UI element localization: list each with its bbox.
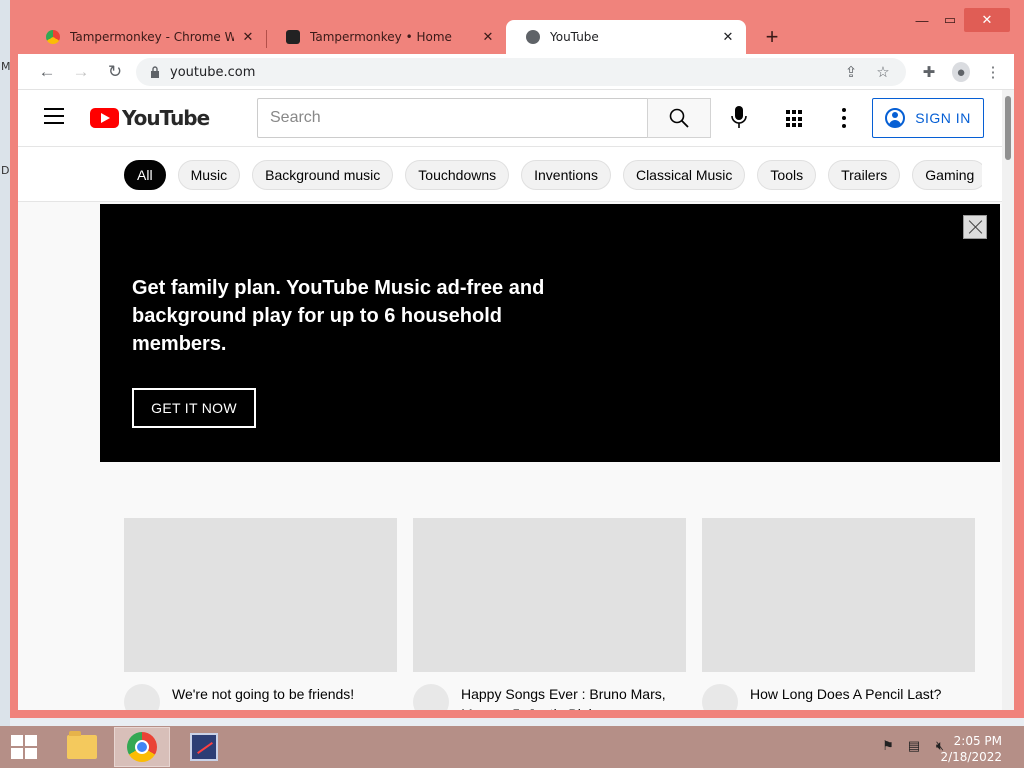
start-button[interactable] [4,727,44,767]
tampermonkey-icon [286,30,300,44]
video-thumbnail[interactable] [702,518,975,672]
video-card[interactable]: How Long Does A Pencil Last? [702,518,975,710]
chips-fade [982,147,1002,201]
filter-chips-bar: All Music Background music Touchdowns Invent… [18,146,1002,202]
chip-tools[interactable]: Tools [757,160,817,190]
chip-classical-music[interactable]: Classical Music [622,160,746,190]
menu-kebab-icon[interactable]: ⋮ [984,62,1002,82]
url-text: youtube.com [170,64,256,80]
globe-icon [526,30,540,44]
channel-avatar[interactable] [413,684,449,710]
video-title[interactable]: Happy Songs Ever : Bruno Mars, Maroon 5,… [461,684,686,710]
close-banner-icon[interactable] [963,215,987,239]
page-scrollbar[interactable] [1002,90,1014,710]
system-tray: ⚑ ▤ 🔇︎ [880,738,948,754]
youtube-play-icon [90,108,119,128]
chip-background-music[interactable]: Background music [252,160,394,190]
chrome-window: Tampermonkey - Chrome Web St ✕ Tampermon… [10,0,1024,718]
video-grid: We're not going to be friends! Happy Son… [124,518,975,710]
close-tab-icon[interactable]: ✕ [720,30,736,45]
chip-music[interactable]: Music [177,160,241,190]
search-icon [669,108,689,128]
forward-arrow-icon[interactable]: → [68,60,94,84]
tab-youtube[interactable]: YouTube ✕ [506,20,746,54]
chrome-webstore-icon [46,30,60,44]
logo-text: YouTube [122,106,210,130]
taskbar-clock[interactable]: 2:05 PM 2/18/2022 [940,733,1002,765]
chip-touchdowns[interactable]: Touchdowns [405,160,510,190]
window-controls: — ▭ ✕ [908,8,1010,34]
browser-toolbar: ← → ↻ youtube.com ⇪ ☆ ✚ ● ⋮ [18,54,1014,90]
video-thumbnail[interactable] [124,518,397,672]
extensions-puzzle-icon[interactable]: ✚ [920,62,938,82]
tab-title: Tampermonkey - Chrome Web St [70,30,234,44]
sign-in-button[interactable]: SIGN IN [872,98,984,138]
clock-date: 2/18/2022 [940,750,1002,764]
close-tab-icon[interactable]: ✕ [240,30,256,45]
minimize-icon[interactable]: — [908,8,936,32]
lock-icon [151,66,159,78]
tab-chrome-web-store[interactable]: Tampermonkey - Chrome Web St ✕ [26,20,266,54]
video-meta: How Long Does A Pencil Last? [702,684,975,710]
paint-tool-icon [190,733,218,761]
network-icon[interactable]: ▤ [906,738,922,754]
account-icon [885,108,906,128]
chrome-icon [127,732,157,762]
new-tab-button[interactable]: + [758,24,786,52]
video-meta: Happy Songs Ever : Bruno Mars, Maroon 5,… [413,684,686,710]
video-title[interactable]: We're not going to be friends! [172,684,354,710]
profile-icon[interactable]: ● [952,62,970,82]
chip-gaming[interactable]: Gaming [912,160,988,190]
video-card[interactable]: Happy Songs Ever : Bruno Mars, Maroon 5,… [413,518,686,710]
tab-title: Tampermonkey • Home [310,30,452,44]
action-center-flag-icon[interactable]: ⚑ [880,738,896,754]
bookmark-star-icon[interactable]: ☆ [874,62,892,82]
back-arrow-icon[interactable]: ← [34,60,60,84]
youtube-header: YouTube Search SIGN IN [18,90,1002,146]
microphone-icon[interactable] [728,102,750,132]
windows-logo-icon [11,735,37,759]
maximize-icon[interactable]: ▭ [936,8,964,32]
video-title[interactable]: How Long Does A Pencil Last? [750,684,941,710]
windows-taskbar: ⚑ ▤ 🔇︎ 2:05 PM 2/18/2022 [0,726,1024,768]
settings-kebab-icon[interactable] [840,108,848,128]
reload-icon[interactable]: ↻ [102,60,128,84]
video-thumbnail[interactable] [413,518,686,672]
chip-trailers[interactable]: Trailers [828,160,901,190]
share-icon[interactable]: ⇪ [842,62,860,82]
apps-grid-icon[interactable] [786,110,804,128]
tab-tampermonkey-home[interactable]: Tampermonkey • Home ✕ [266,20,506,54]
close-tab-icon[interactable]: ✕ [480,30,496,45]
taskbar-paint-tool[interactable] [176,727,232,767]
chip-inventions[interactable]: Inventions [521,160,611,190]
tab-title: YouTube [550,30,599,44]
sign-in-label: SIGN IN [915,110,971,126]
file-explorer-icon [67,731,97,759]
address-bar[interactable]: youtube.com ⇪ ☆ [136,58,906,86]
taskbar-file-explorer[interactable] [54,727,110,767]
scrollbar-thumb[interactable] [1005,96,1011,160]
clock-time: 2:05 PM [953,734,1002,748]
tab-strip: Tampermonkey - Chrome Web St ✕ Tampermon… [18,18,1014,54]
channel-avatar[interactable] [124,684,160,710]
video-card[interactable]: We're not going to be friends! [124,518,397,710]
toolbar-actions: ✚ ● ⋮ [920,62,1002,82]
taskbar-chrome[interactable] [114,727,170,767]
chip-all[interactable]: All [124,160,166,190]
youtube-logo[interactable]: YouTube [90,106,210,130]
video-meta: We're not going to be friends! [124,684,397,710]
channel-avatar[interactable] [702,684,738,710]
search-button[interactable] [647,98,711,138]
window-close-icon[interactable]: ✕ [964,8,1010,32]
desktop-label-d: D [1,164,10,177]
get-it-now-button[interactable]: GET IT NOW [132,388,256,428]
banner-text: Get family plan. YouTube Music ad-free a… [132,277,545,355]
hamburger-menu-icon[interactable] [44,108,64,124]
chip-list: All Music Background music Touchdowns Invent… [124,160,988,190]
desktop-edge: M D [0,0,11,726]
omnibox-actions: ⇪ ☆ [842,62,892,82]
page-viewport: YouTube Search SIGN IN All Music Backgroun… [18,90,1014,710]
promo-banner: Get family plan. YouTube Music ad-free a… [100,204,1000,462]
search-input[interactable]: Search [257,98,647,138]
